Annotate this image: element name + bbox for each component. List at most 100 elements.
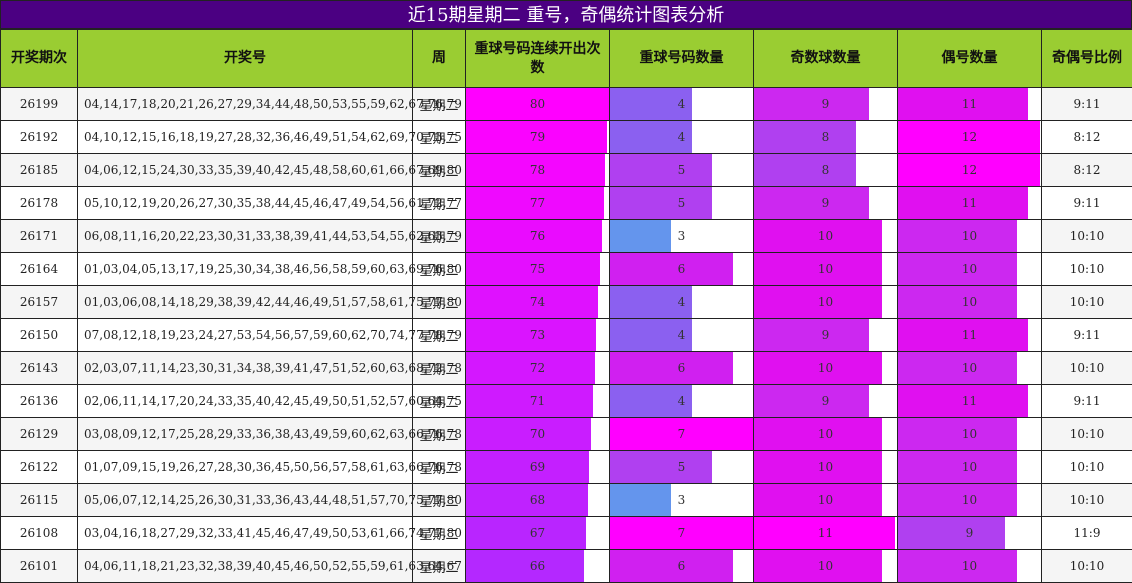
bar-repeat-label: 4 [677, 327, 686, 342]
bar-consecutive-cell: 72 [465, 351, 610, 385]
bar-even-label: 10 [961, 360, 978, 375]
bar-repeat-cell: 7 [609, 516, 754, 550]
bar-odd-label: 10 [817, 360, 834, 375]
header-ratio: 奇偶号比例 [1041, 29, 1132, 88]
cell-ratio: 10:10 [1041, 450, 1132, 484]
cell-week: 星期二 [412, 318, 466, 352]
cell-ratio: 10:10 [1041, 351, 1132, 385]
bar-repeat-cell: 4 [609, 285, 754, 319]
header-consecutive: 重球号码连续开出次数 [465, 29, 610, 88]
bar-repeat-cell: 4 [609, 384, 754, 418]
cell-numbers: 04,06,11,18,21,23,32,38,39,40,45,46,50,5… [77, 549, 462, 583]
chart-root: 近15期星期二 重号，奇偶统计图表分析 开奖期次 开奖号 周 重球号码连续开出次… [0, 0, 1132, 583]
cell-ratio: 10:10 [1041, 417, 1132, 451]
cell-numbers: 02,03,07,11,14,23,30,31,34,38,39,41,47,5… [77, 351, 462, 385]
bar-odd-label: 10 [817, 558, 834, 573]
bar-repeat-label: 4 [677, 393, 686, 408]
cell-period: 26115 [0, 483, 78, 517]
bar-consecutive-label: 72 [529, 360, 546, 375]
table-row: 26122 01,07,09,15,19,26,27,28,30,36,45,50… [0, 450, 1132, 484]
bar-consecutive-cell: 68 [465, 483, 610, 517]
bar-odd-cell: 9 [753, 384, 898, 418]
bar-consecutive-label: 71 [529, 393, 546, 408]
cell-period: 26192 [0, 120, 78, 154]
bar-repeat-cell: 5 [609, 153, 754, 187]
table-row: 26136 02,06,11,14,17,20,24,33,35,40,42,45… [0, 384, 1132, 418]
bar-repeat-label: 5 [677, 459, 686, 474]
bar-odd-label: 10 [817, 228, 834, 243]
table-row: 26101 04,06,11,18,21,23,32,38,39,40,45,46… [0, 549, 1132, 583]
bar-odd-label: 8 [821, 162, 830, 177]
cell-week: 星期二 [412, 87, 466, 121]
cell-period: 26101 [0, 549, 78, 583]
bar-even-cell: 10 [897, 483, 1042, 517]
bar-consecutive-label: 68 [529, 492, 546, 507]
bar-consecutive-cell: 70 [465, 417, 610, 451]
bar-repeat-label: 6 [677, 558, 686, 573]
cell-numbers: 03,04,16,18,27,29,32,33,41,45,46,47,49,5… [77, 516, 462, 550]
bar-odd-label: 9 [821, 195, 830, 210]
bar-odd-cell: 10 [753, 252, 898, 286]
bar-consecutive-label: 77 [529, 195, 546, 210]
bar-consecutive-label: 79 [529, 129, 546, 144]
bar-consecutive-label: 76 [529, 228, 546, 243]
bar-even-label: 10 [961, 261, 978, 276]
bar-consecutive-cell: 73 [465, 318, 610, 352]
bar-repeat-cell: 7 [609, 417, 754, 451]
bar-repeat-cell: 3 [609, 483, 754, 517]
bar-repeat-cell: 6 [609, 351, 754, 385]
bar-consecutive-cell: 75 [465, 252, 610, 286]
bar-consecutive-cell: 74 [465, 285, 610, 319]
cell-numbers: 06,08,11,16,20,22,23,30,31,33,38,39,41,4… [77, 219, 462, 253]
bar-even-label: 10 [961, 459, 978, 474]
bar-consecutive-cell: 71 [465, 384, 610, 418]
cell-period: 26122 [0, 450, 78, 484]
bar-even-label: 12 [961, 162, 978, 177]
cell-period: 26143 [0, 351, 78, 385]
bar-even-label: 11 [961, 327, 978, 342]
header-even: 偶号数量 [897, 29, 1042, 88]
bar-even-cell: 10 [897, 417, 1042, 451]
bar-odd-cell: 10 [753, 219, 898, 253]
cell-period: 26150 [0, 318, 78, 352]
cell-numbers: 01,03,04,05,13,17,19,25,30,34,38,46,56,5… [77, 252, 462, 286]
bar-odd-cell: 10 [753, 483, 898, 517]
cell-week: 星期二 [412, 516, 466, 550]
cell-ratio: 9:11 [1041, 384, 1132, 418]
bar-odd-label: 10 [817, 426, 834, 441]
header-repeat: 重球号码数量 [609, 29, 754, 88]
bar-even-label: 10 [961, 294, 978, 309]
table-row: 26199 04,14,17,18,20,21,26,27,29,34,44,48… [0, 87, 1132, 121]
cell-period: 26136 [0, 384, 78, 418]
bar-odd-cell: 9 [753, 186, 898, 220]
bar-repeat-label: 4 [677, 294, 686, 309]
bar-odd-cell: 10 [753, 285, 898, 319]
bar-even-cell: 11 [897, 384, 1042, 418]
stats-table: 开奖期次 开奖号 周 重球号码连续开出次数 重球号码数量 奇数球数量 偶号数量 … [0, 29, 1132, 583]
cell-numbers: 01,03,06,08,14,18,29,38,39,42,44,46,49,5… [77, 285, 462, 319]
cell-period: 26129 [0, 417, 78, 451]
cell-ratio: 11:9 [1041, 516, 1132, 550]
cell-week: 星期二 [412, 252, 466, 286]
bar-odd-cell: 11 [753, 516, 898, 550]
bar-odd-label: 11 [817, 525, 834, 540]
bar-repeat-label: 3 [677, 492, 686, 507]
bar-odd-label: 10 [817, 261, 834, 276]
cell-week: 星期二 [412, 153, 466, 187]
bar-consecutive-cell: 69 [465, 450, 610, 484]
bar-odd-cell: 10 [753, 549, 898, 583]
bar-consecutive-label: 75 [529, 261, 546, 276]
header-odd: 奇数球数量 [753, 29, 898, 88]
table-row: 26108 03,04,16,18,27,29,32,33,41,45,46,47… [0, 516, 1132, 550]
bar-even-cell: 12 [897, 153, 1042, 187]
bar-even-cell: 10 [897, 252, 1042, 286]
bar-odd-cell: 10 [753, 351, 898, 385]
bar-repeat-cell: 6 [609, 549, 754, 583]
table-row: 26157 01,03,06,08,14,18,29,38,39,42,44,46… [0, 285, 1132, 319]
bar-even-cell: 11 [897, 318, 1042, 352]
table-row: 26115 05,06,07,12,14,25,26,30,31,33,36,43… [0, 483, 1132, 517]
header-period: 开奖期次 [0, 29, 78, 88]
table-row: 26192 04,10,12,15,16,18,19,27,28,32,36,46… [0, 120, 1132, 154]
cell-period: 26178 [0, 186, 78, 220]
bar-even-label: 10 [961, 228, 978, 243]
